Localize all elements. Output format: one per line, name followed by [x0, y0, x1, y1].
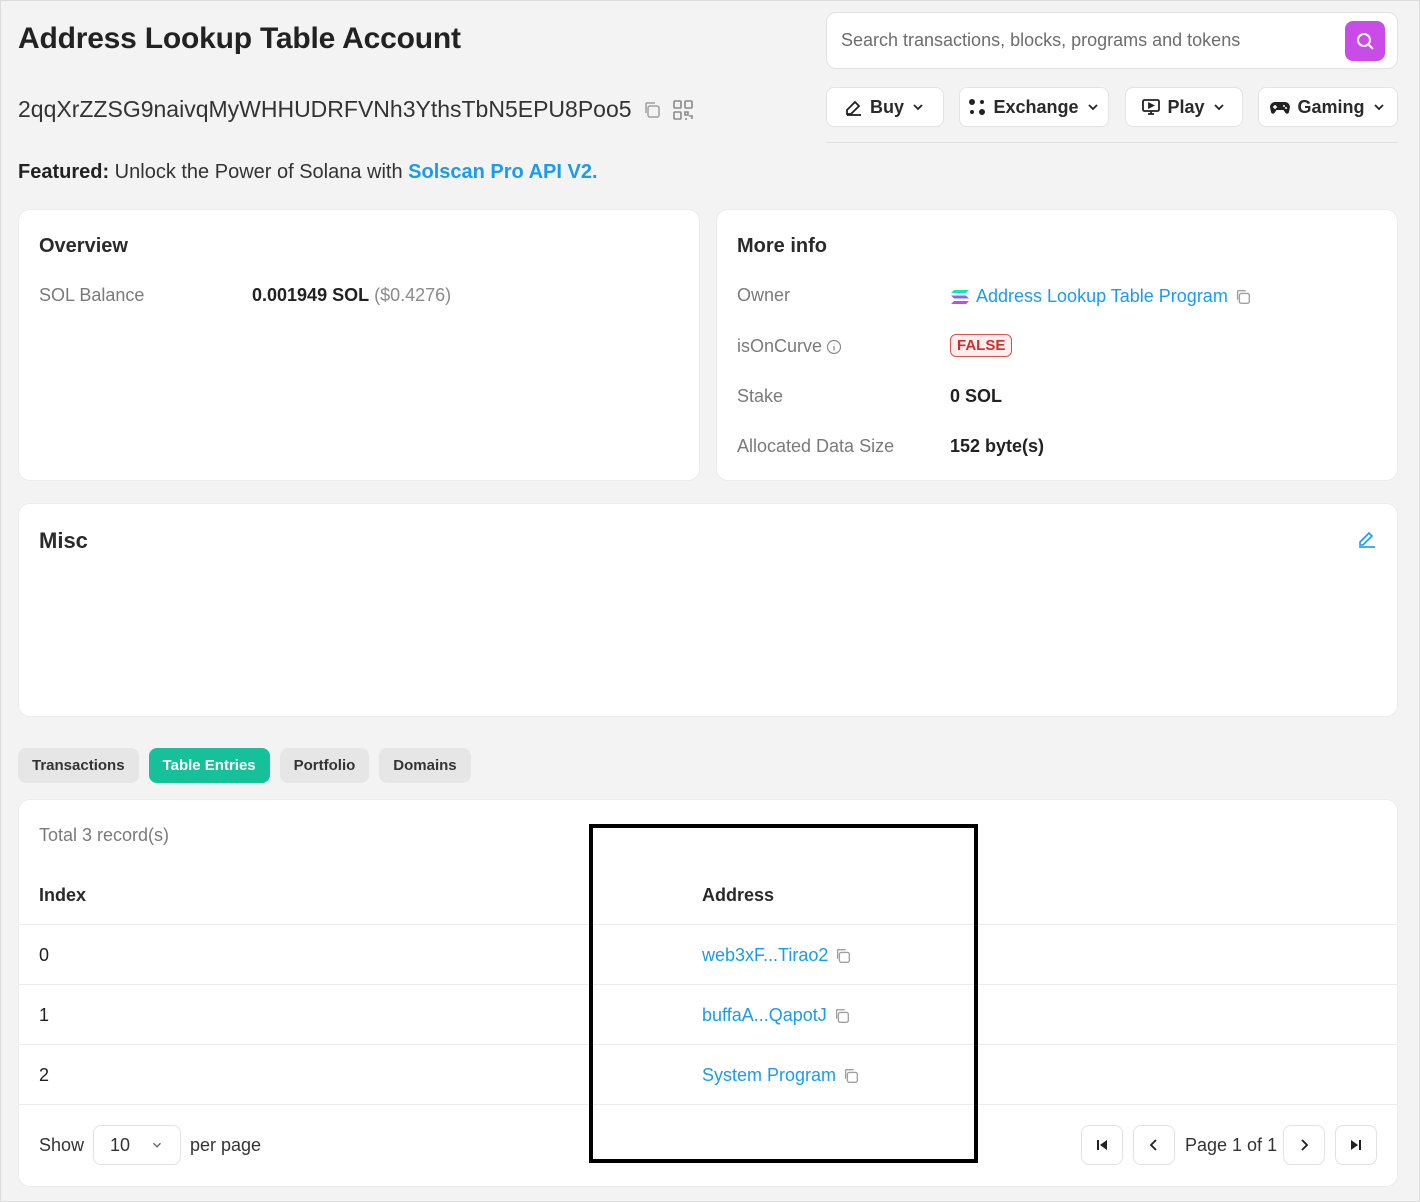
gaming-menu-label: Gaming — [1297, 96, 1365, 117]
row-index: 0 — [39, 945, 50, 965]
search-input[interactable] — [841, 30, 1345, 51]
page-size-value: 10 — [110, 1134, 131, 1155]
search-icon — [1357, 32, 1374, 50]
data-size-value: 152 byte(s) — [950, 436, 1045, 456]
sol-balance-usd: ($0.4276) — [374, 285, 452, 305]
row-index: 2 — [39, 1065, 50, 1085]
owner-link[interactable]: Address Lookup Table Program — [976, 286, 1228, 307]
first-page-button[interactable] — [1081, 1125, 1123, 1165]
featured-text: Unlock the Power of Solana with — [109, 161, 409, 183]
row-divider — [19, 1104, 1397, 1105]
tab-portfolio[interactable]: Portfolio — [279, 748, 370, 783]
show-label: Show — [39, 1135, 85, 1155]
chevron-down-icon — [1087, 104, 1098, 111]
is-on-curve-badge: FALSE — [950, 334, 1013, 357]
tabs-bar: Transactions Table Entries Portfolio Dom… — [18, 748, 471, 783]
edit-pencil-icon[interactable] — [1357, 528, 1377, 548]
account-address-row: 2qqXrZZSG9naivqMyWHHUDRFVNh3YthsTbN5EPU8… — [18, 96, 694, 123]
tab-table-entries[interactable]: Table Entries — [148, 748, 270, 783]
stake-value: 0 SOL — [950, 386, 1003, 406]
is-on-curve-label: isOnCurve — [737, 336, 823, 356]
per-page-label: per page — [190, 1135, 262, 1155]
featured-link[interactable]: Solscan Pro API V2. — [408, 161, 597, 183]
overview-title: Overview — [39, 235, 128, 257]
more-info-title: More info — [737, 235, 827, 257]
misc-card: Misc — [18, 503, 1398, 717]
search-bar — [826, 12, 1398, 69]
featured-prefix: Featured: — [18, 161, 110, 183]
play-menu-label: Play — [1167, 96, 1205, 117]
page-title: Address Lookup Table Account — [18, 22, 461, 55]
last-page-button[interactable] — [1335, 1125, 1377, 1165]
table-entries-card: Total 3 record(s) Index Address 0 web3xF… — [18, 799, 1398, 1187]
address-link[interactable]: System Program — [702, 1065, 836, 1086]
row-divider — [19, 1044, 1397, 1045]
exchange-menu-label: Exchange — [993, 96, 1079, 117]
chevron-right-icon — [1301, 1139, 1309, 1151]
copy-icon[interactable] — [642, 100, 662, 120]
solana-logo-icon — [951, 289, 969, 304]
is-on-curve-label-row: isOnCurve — [737, 336, 842, 357]
info-icon — [826, 339, 842, 354]
table-row-address: buffaA...QapotJ — [702, 1005, 851, 1026]
row-divider — [19, 984, 1397, 985]
chevron-left-icon — [1149, 1139, 1157, 1151]
header-divider — [826, 142, 1398, 143]
play-icon — [1142, 99, 1161, 115]
sol-balance-value-wrap: 0.001949 SOL ($0.4276) — [252, 285, 451, 306]
page-size-select[interactable]: 10 — [93, 1125, 181, 1165]
chevron-down-icon — [913, 104, 923, 111]
address-link[interactable]: buffaA...QapotJ — [702, 1005, 827, 1026]
featured-banner: Featured: Unlock the Power of Solana wit… — [18, 161, 598, 184]
gaming-menu[interactable]: Gaming — [1258, 87, 1398, 127]
copy-icon[interactable] — [1234, 288, 1252, 306]
total-records: Total 3 record(s) — [39, 825, 170, 845]
qr-code-icon[interactable] — [672, 99, 694, 121]
data-size-label: Allocated Data Size — [737, 436, 895, 456]
play-menu[interactable]: Play — [1125, 87, 1243, 127]
table-row-address: web3xF...Tirao2 — [702, 945, 852, 966]
copy-icon[interactable] — [842, 1067, 860, 1085]
tab-transactions[interactable]: Transactions — [18, 748, 139, 783]
copy-icon[interactable] — [833, 1007, 851, 1025]
buy-menu[interactable]: Buy — [826, 87, 944, 127]
address-link[interactable]: web3xF...Tirao2 — [702, 945, 828, 966]
gamepad-icon — [1270, 102, 1291, 114]
is-on-curve-value-wrap: FALSE — [950, 334, 1013, 357]
row-index: 1 — [39, 1005, 50, 1025]
stake-label: Stake — [737, 386, 784, 406]
sol-balance-label: SOL Balance — [39, 285, 145, 305]
buy-menu-label: Buy — [869, 96, 904, 117]
first-page-icon — [1097, 1140, 1107, 1150]
overview-card: Overview SOL Balance 0.001949 SOL ($0.42… — [18, 209, 700, 481]
next-page-button[interactable] — [1283, 1125, 1325, 1165]
account-address: 2qqXrZZSG9naivqMyWHHUDRFVNh3YthsTbN5EPU8… — [18, 96, 632, 122]
column-header-index: Index — [39, 885, 87, 905]
owner-row: Address Lookup Table Program — [950, 286, 1252, 307]
chevron-down-icon — [1373, 104, 1384, 111]
row-divider — [19, 924, 1397, 925]
chevron-down-icon — [1213, 104, 1224, 111]
last-page-icon — [1351, 1140, 1361, 1150]
more-info-card: More info Owner Address Lookup Table Pro… — [716, 209, 1398, 481]
copy-icon[interactable] — [834, 947, 852, 965]
chevron-down-icon — [153, 1142, 161, 1148]
prev-page-button[interactable] — [1133, 1125, 1175, 1165]
page-indicator: Page 1 of 1 — [1185, 1135, 1278, 1155]
column-header-address: Address — [702, 885, 775, 905]
tab-domains[interactable]: Domains — [379, 748, 471, 783]
sol-balance-value: 0.001949 SOL — [252, 285, 370, 305]
buy-icon — [846, 100, 861, 116]
misc-title: Misc — [39, 528, 88, 553]
search-button[interactable] — [1345, 20, 1385, 61]
exchange-icon — [969, 99, 986, 115]
owner-label: Owner — [737, 285, 791, 305]
exchange-menu[interactable]: Exchange — [959, 87, 1109, 127]
table-row-address: System Program — [702, 1065, 860, 1086]
